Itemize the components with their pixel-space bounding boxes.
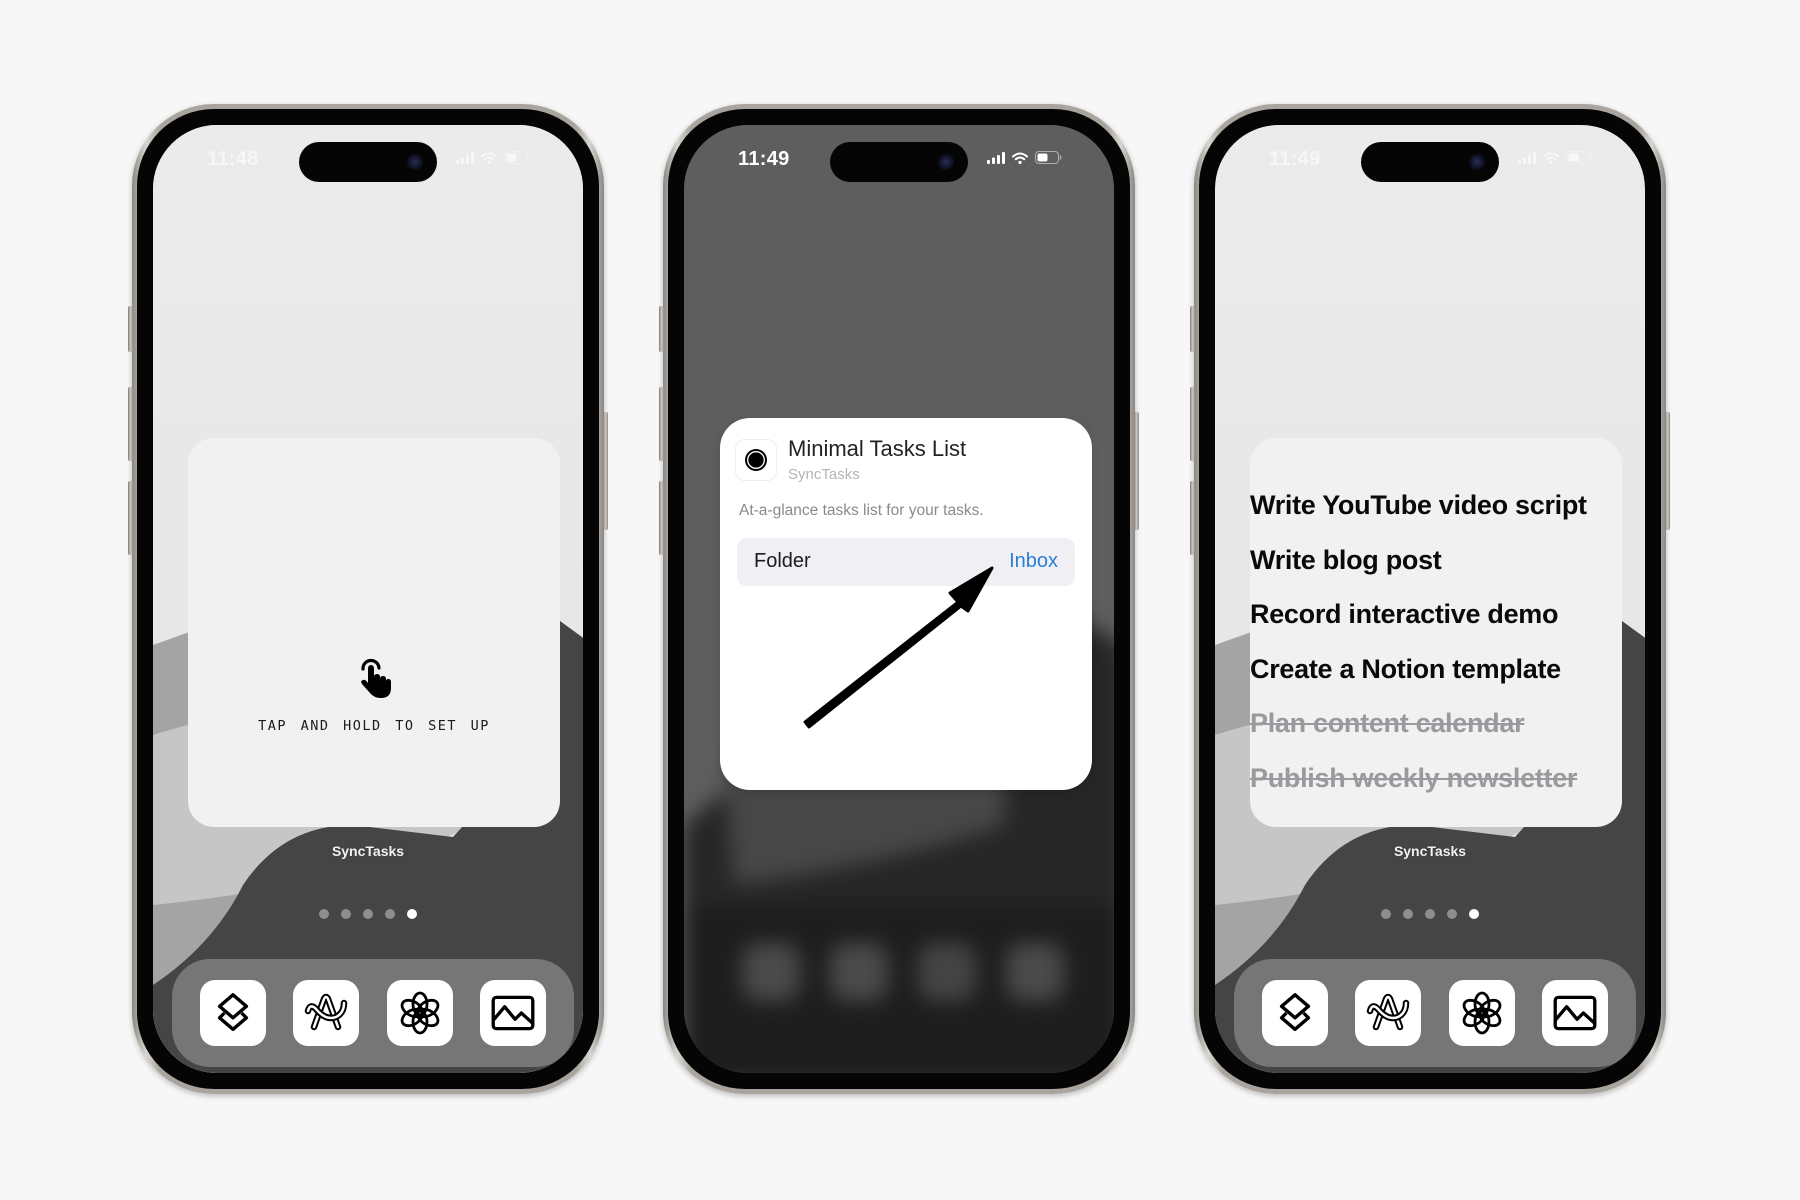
arc-app-icon [302, 989, 350, 1037]
front-camera [1469, 154, 1485, 170]
battery-icon [1035, 151, 1062, 164]
dock [172, 959, 574, 1067]
page-dot[interactable] [1425, 909, 1435, 919]
phone-widget-config: 11:49 Minimal Tasks List SyncTasks At-a-… [659, 104, 1139, 1094]
task-item[interactable]: Write blog post [1250, 533, 1622, 588]
task-item[interactable]: Create a Notion template [1250, 642, 1622, 697]
dock-app-chatgpt[interactable] [386, 980, 453, 1046]
page-dot-active[interactable] [1469, 909, 1479, 919]
status-icons [987, 151, 1062, 164]
action-button [659, 306, 664, 352]
battery-icon [504, 151, 531, 164]
phone-configured-widget: 11:49 Write YouTube video script Write bl… [1190, 104, 1670, 1094]
dock-app-chatgpt[interactable] [1448, 980, 1515, 1046]
widget-label: SyncTasks [331, 843, 405, 859]
chatgpt-app-icon [1458, 989, 1506, 1037]
cellular-signal-icon [1518, 152, 1536, 164]
page-dot[interactable] [341, 909, 351, 919]
phone-bezel: 11:48 TAP AND HOLD TO SET UP SyncTasks [137, 109, 599, 1089]
volume-up-button [659, 387, 664, 461]
page-dot[interactable] [1447, 909, 1457, 919]
synctasks-app-icon [735, 439, 777, 481]
page-indicator[interactable] [1215, 909, 1645, 919]
dynamic-island [299, 142, 437, 182]
page-dot[interactable] [385, 909, 395, 919]
dynamic-island [830, 142, 968, 182]
volume-up-button [1190, 387, 1195, 461]
record-circle-icon [745, 449, 767, 471]
arc-app-icon [1364, 989, 1412, 1037]
front-camera [407, 154, 423, 170]
dock-app-arc[interactable] [293, 980, 360, 1046]
volume-up-button [128, 387, 133, 461]
page-dot[interactable] [319, 909, 329, 919]
task-item[interactable]: Record interactive demo [1250, 587, 1622, 642]
home-screen: 11:49 Write YouTube video script Write bl… [1215, 125, 1645, 1073]
phone-bezel: 11:49 Write YouTube video script Write bl… [1199, 109, 1661, 1089]
dock-app-photos[interactable] [1542, 980, 1609, 1046]
photos-app-icon [1550, 988, 1600, 1038]
task-list: Write YouTube video script Write blog pos… [1250, 478, 1622, 805]
wifi-icon [1543, 152, 1559, 164]
photos-app-icon [488, 988, 538, 1038]
volume-down-button [1190, 481, 1195, 555]
dock-app-layers[interactable] [1261, 980, 1328, 1046]
page-dot[interactable] [363, 909, 373, 919]
dock-app-layers[interactable] [199, 980, 266, 1046]
folder-value-selector[interactable]: Inbox [1009, 550, 1058, 573]
cellular-signal-icon [456, 152, 474, 164]
phone-bezel: 11:49 Minimal Tasks List SyncTasks At-a-… [668, 109, 1130, 1089]
home-screen: 11:48 TAP AND HOLD TO SET UP SyncTasks [153, 125, 583, 1073]
power-button [603, 412, 608, 530]
status-time: 11:49 [1269, 148, 1321, 170]
action-button [128, 306, 133, 352]
widget-config-sheet: Minimal Tasks List SyncTasks At-a-glance… [720, 418, 1092, 790]
wifi-icon [1012, 152, 1028, 164]
dock-app-arc[interactable] [1355, 980, 1422, 1046]
home-screen-dimmed: 11:49 Minimal Tasks List SyncTasks At-a-… [684, 125, 1114, 1073]
setup-prompt: TAP AND HOLD TO SET UP [188, 655, 560, 734]
widget-label: SyncTasks [1393, 843, 1467, 859]
task-item-completed[interactable]: Publish weekly newsletter [1250, 751, 1622, 806]
phone-setup-widget: 11:48 TAP AND HOLD TO SET UP SyncTasks [128, 104, 608, 1094]
task-item[interactable]: Write YouTube video script [1250, 478, 1622, 533]
page-dot-active[interactable] [407, 909, 417, 919]
dock [1234, 959, 1636, 1067]
widget-app-name: SyncTasks [788, 466, 860, 483]
widget-description: At-a-glance tasks list for your tasks. [739, 502, 984, 519]
power-button [1665, 412, 1670, 530]
task-item-completed[interactable]: Plan content calendar [1250, 696, 1622, 751]
page-dot[interactable] [1381, 909, 1391, 919]
folder-label: Folder [754, 550, 811, 572]
dock-app-photos[interactable] [480, 980, 547, 1046]
battery-icon [1566, 151, 1593, 164]
setup-prompt-text: TAP AND HOLD TO SET UP [258, 718, 490, 734]
synctasks-widget-task-list[interactable]: Write YouTube video script Write blog pos… [1250, 438, 1622, 827]
synctasks-widget-unconfigured[interactable]: TAP AND HOLD TO SET UP [188, 438, 560, 827]
front-camera [938, 154, 954, 170]
status-time: 11:48 [207, 148, 259, 170]
folder-setting-row[interactable]: Folder Inbox [737, 538, 1075, 586]
wifi-icon [481, 152, 497, 164]
volume-down-button [128, 481, 133, 555]
action-button [1190, 306, 1195, 352]
tap-hand-icon [354, 655, 394, 699]
layers-app-icon [210, 990, 256, 1036]
chatgpt-app-icon [396, 989, 444, 1037]
page-indicator[interactable] [153, 909, 583, 919]
power-button [1134, 412, 1139, 530]
status-icons [456, 151, 531, 164]
layers-app-icon [1272, 990, 1318, 1036]
volume-down-button [659, 481, 664, 555]
page-dot[interactable] [1403, 909, 1413, 919]
cellular-signal-icon [987, 152, 1005, 164]
status-icons [1518, 151, 1593, 164]
widget-title: Minimal Tasks List [788, 436, 967, 461]
status-time: 11:49 [738, 148, 790, 170]
dynamic-island [1361, 142, 1499, 182]
